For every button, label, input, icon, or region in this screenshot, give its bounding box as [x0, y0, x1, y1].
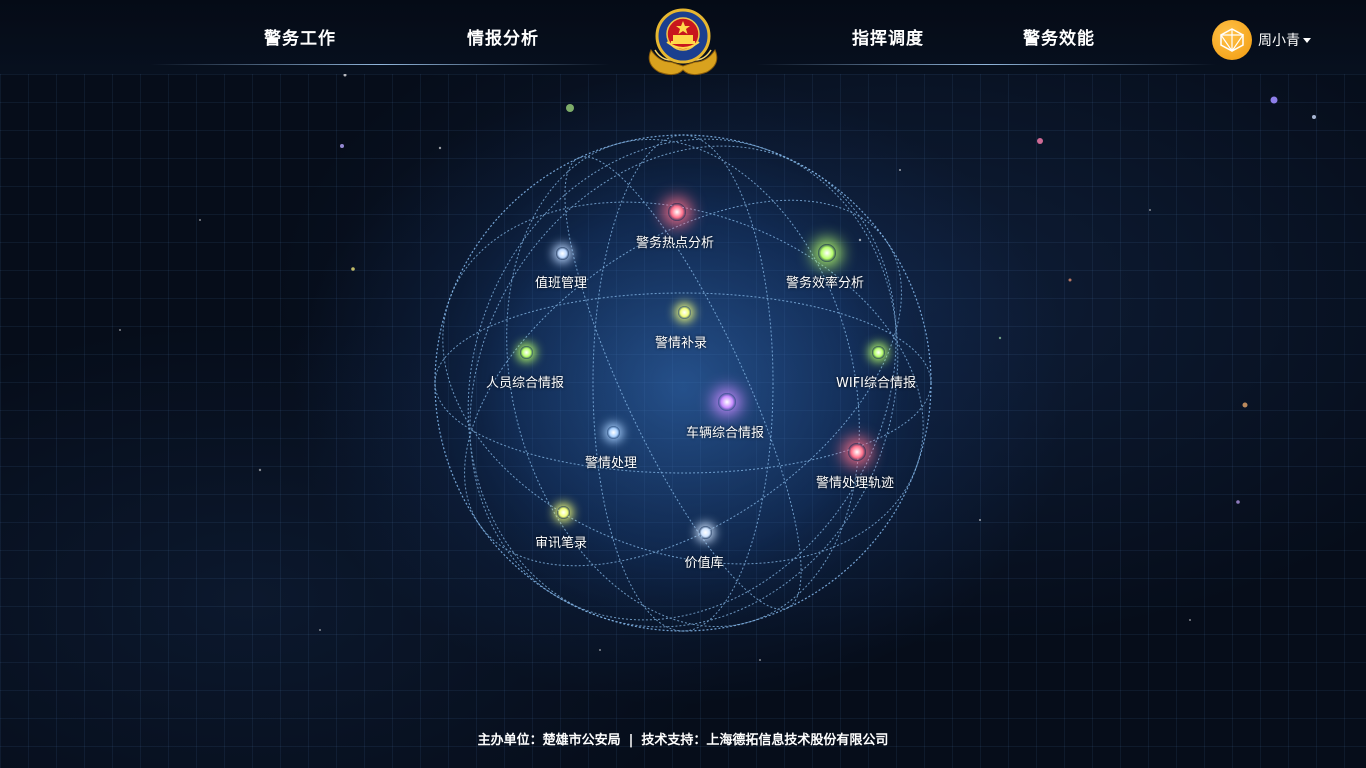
nav-intelligence-analysis[interactable]: 情报分析: [467, 24, 539, 49]
header-divider-right: [756, 64, 1216, 65]
node-label: WIFI综合情报: [836, 376, 916, 391]
star-icon: [848, 443, 866, 461]
node-label: 警情处理轨迹: [815, 476, 895, 491]
node-label: 警务效率分析: [785, 276, 865, 291]
user-menu[interactable]: 周小青: [1212, 20, 1311, 60]
nav-police-efficiency[interactable]: 警务效能: [1023, 24, 1095, 49]
police-emblem-logo: [648, 8, 718, 76]
header-divider-left: [150, 64, 610, 65]
footer-host: 主办单位：楚雄市公安局: [477, 733, 621, 748]
star-icon: [818, 244, 836, 262]
node-label: 价值库: [684, 556, 724, 571]
star-icon: [698, 525, 712, 539]
node-label: 警情处理: [584, 456, 638, 471]
node-label: 车辆综合情报: [685, 426, 765, 441]
footer-support: 技术支持：上海德拓信息技术股份有限公司: [641, 733, 889, 748]
star-icon: [519, 345, 533, 359]
top-header: 警务工作 情报分析 指挥调度 警务效能 周小青: [0, 0, 1366, 76]
footer-separator: |: [628, 733, 634, 748]
chevron-down-icon: [1303, 37, 1311, 43]
node-label: 值班管理: [534, 276, 588, 291]
user-name: 周小青: [1258, 33, 1300, 49]
star-icon: [871, 345, 885, 359]
node-label: 人员综合情报: [485, 376, 565, 391]
avatar-logo-icon: [1220, 28, 1245, 53]
star-icon: [718, 393, 736, 411]
star-icon: [668, 203, 686, 221]
star-icon: [677, 305, 691, 319]
star-icon: [606, 425, 620, 439]
nav-command-dispatch[interactable]: 指挥调度: [852, 24, 924, 49]
star-icon: [555, 246, 569, 260]
node-label: 警情补录: [654, 336, 708, 351]
avatar: [1212, 20, 1252, 60]
node-label: 警务热点分析: [635, 236, 715, 251]
footer: 主办单位：楚雄市公安局 | 技术支持：上海德拓信息技术股份有限公司: [0, 729, 1366, 748]
node-label: 审讯笔录: [534, 536, 588, 551]
star-icon: [556, 505, 570, 519]
nav-police-work[interactable]: 警务工作: [264, 24, 336, 49]
